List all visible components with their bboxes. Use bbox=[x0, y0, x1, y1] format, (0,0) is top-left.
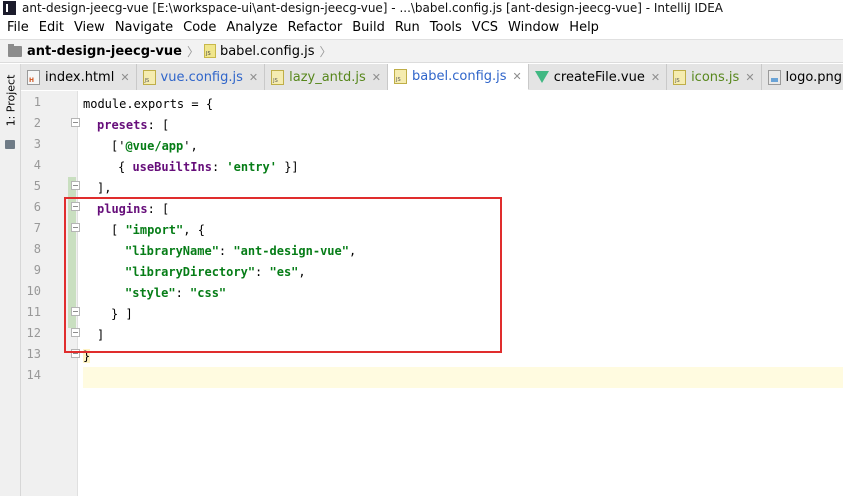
line-number: 13 bbox=[26, 347, 41, 361]
tab-label: icons.js bbox=[691, 69, 740, 85]
code-text: : [ bbox=[147, 118, 170, 132]
js-file-icon bbox=[394, 69, 408, 84]
line-number: 14 bbox=[26, 368, 41, 382]
png-file-icon bbox=[767, 69, 781, 85]
close-icon[interactable]: ✕ bbox=[120, 71, 129, 84]
breadcrumb-separator-icon: 〉 bbox=[319, 44, 332, 59]
tab-label: lazy_antd.js bbox=[289, 69, 366, 85]
tab-index-html[interactable]: index.html ✕ bbox=[21, 64, 137, 90]
menu-window[interactable]: Window bbox=[503, 20, 564, 35]
menu-refactor[interactable]: Refactor bbox=[283, 20, 348, 35]
menu-code[interactable]: Code bbox=[178, 20, 221, 35]
window-title: ant-design-jeecg-vue [E:\workspace-ui\an… bbox=[22, 0, 724, 15]
line-number: 8 bbox=[33, 242, 41, 256]
menu-run[interactable]: Run bbox=[390, 20, 425, 35]
editor-tab-bar: index.html ✕ vue.config.js ✕ lazy_antd.j… bbox=[21, 64, 843, 90]
close-icon[interactable]: ✕ bbox=[249, 71, 258, 84]
code-text: ], bbox=[97, 181, 112, 195]
tab-lazy-antd-js[interactable]: lazy_antd.js ✕ bbox=[265, 64, 389, 90]
tab-icons-js[interactable]: icons.js ✕ bbox=[667, 64, 762, 90]
menu-help[interactable]: Help bbox=[564, 20, 604, 35]
line-number: 9 bbox=[33, 263, 41, 277]
code-text: : bbox=[211, 160, 227, 174]
close-icon[interactable]: ✕ bbox=[651, 71, 660, 84]
title-bar: ant-design-jeecg-vue [E:\workspace-ui\an… bbox=[0, 0, 843, 15]
code-line-1: module.exports = { bbox=[83, 94, 213, 115]
close-icon[interactable]: ✕ bbox=[372, 71, 381, 84]
breadcrumb-file[interactable]: babel.config.js bbox=[220, 44, 315, 59]
code-text: module.exports = { bbox=[83, 97, 214, 111]
tab-label: vue.config.js bbox=[160, 69, 243, 85]
fold-icon[interactable] bbox=[71, 181, 80, 190]
menu-navigate[interactable]: Navigate bbox=[110, 20, 178, 35]
menu-tools[interactable]: Tools bbox=[425, 20, 467, 35]
code-text: }] bbox=[276, 160, 299, 174]
breadcrumb-project[interactable]: ant-design-jeecg-vue bbox=[27, 44, 182, 59]
intellij-idea-icon bbox=[3, 0, 16, 15]
line-number: 11 bbox=[26, 305, 41, 319]
project-folder-icon bbox=[8, 43, 22, 57]
line-number: 6 bbox=[33, 200, 41, 214]
close-icon[interactable]: ✕ bbox=[745, 71, 754, 84]
tab-createfile-vue[interactable]: createFile.vue ✕ bbox=[528, 64, 668, 90]
menu-build[interactable]: Build bbox=[347, 20, 390, 35]
close-icon[interactable]: ✕ bbox=[513, 70, 522, 83]
current-line-highlight bbox=[83, 367, 843, 388]
menu-file[interactable]: File bbox=[2, 20, 34, 35]
code-string: @vue/app bbox=[125, 139, 184, 153]
annotation-highlight-box bbox=[64, 197, 502, 353]
code-property: presets bbox=[97, 118, 148, 132]
js-file-icon bbox=[271, 69, 285, 85]
menu-analyze[interactable]: Analyze bbox=[221, 20, 282, 35]
tab-babel-config-js[interactable]: babel.config.js ✕ bbox=[388, 64, 529, 90]
line-number: 1 bbox=[33, 95, 41, 109]
line-number: 12 bbox=[26, 326, 41, 340]
tab-vue-config-js[interactable]: vue.config.js ✕ bbox=[136, 64, 266, 90]
code-string: 'entry' bbox=[226, 160, 277, 174]
code-line-4: { useBuiltIns: 'entry' }] bbox=[118, 157, 299, 178]
tab-label: logo.png bbox=[785, 69, 842, 85]
line-number: 5 bbox=[33, 179, 41, 193]
line-number: 2 bbox=[33, 116, 41, 130]
code-line-5: ], bbox=[97, 178, 111, 199]
tab-label: createFile.vue bbox=[553, 69, 645, 85]
line-number: 7 bbox=[33, 221, 41, 235]
code-text: ', bbox=[183, 139, 198, 153]
menu-vcs[interactable]: VCS bbox=[467, 20, 503, 35]
line-number: 3 bbox=[33, 137, 41, 151]
menu-edit[interactable]: Edit bbox=[34, 20, 69, 35]
breadcrumb: ant-design-jeecg-vue 〉 babel.config.js 〉 bbox=[0, 39, 843, 63]
html-file-icon bbox=[27, 69, 40, 85]
js-file-icon bbox=[142, 69, 156, 85]
fold-icon[interactable] bbox=[71, 118, 80, 127]
code-text: [' bbox=[111, 139, 126, 153]
tab-label: babel.config.js bbox=[412, 69, 507, 84]
tab-label: index.html bbox=[45, 69, 115, 85]
code-property: useBuiltIns bbox=[132, 160, 212, 174]
js-file-icon bbox=[673, 69, 687, 85]
line-number: 4 bbox=[33, 158, 41, 172]
vue-file-icon bbox=[534, 71, 549, 83]
breadcrumb-separator-icon: 〉 bbox=[186, 44, 199, 59]
menu-view[interactable]: View bbox=[69, 20, 110, 35]
code-line-3: ['@vue/app', bbox=[111, 136, 198, 157]
js-file-icon bbox=[203, 44, 216, 58]
line-number: 10 bbox=[26, 284, 41, 298]
menu-bar: File Edit View Navigate Code Analyze Ref… bbox=[0, 17, 843, 38]
code-line-2: presets: [ bbox=[97, 115, 169, 136]
code-text: { bbox=[118, 160, 133, 174]
tab-logo-png[interactable]: logo.png ✕ bbox=[761, 64, 843, 90]
